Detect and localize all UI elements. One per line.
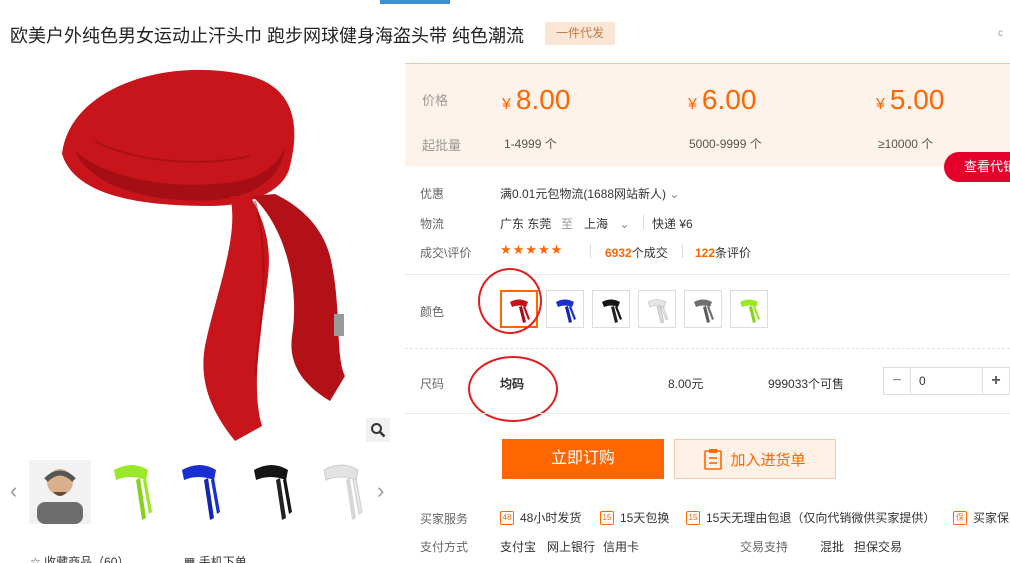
thumbnail-green[interactable] (102, 460, 164, 524)
clipboard-icon (704, 449, 723, 470)
divider (643, 215, 644, 229)
main-product-image (0, 56, 392, 446)
divider-dashed (405, 348, 1010, 349)
service-15day-exchange: 15 15天包换 (600, 509, 669, 526)
mobile-order-link[interactable]: ▦ 手机下单 (184, 553, 247, 563)
ship-to-dropdown[interactable]: 上海 ⌄ (584, 215, 629, 232)
corner-text: c (998, 28, 1003, 39)
color-swatch-black[interactable] (592, 290, 630, 328)
magnifier-icon (371, 423, 386, 438)
color-swatch-green[interactable] (730, 290, 768, 328)
trade-mixed: 混批 (820, 540, 845, 554)
review-count[interactable]: 122条评价 (695, 244, 751, 261)
dropship-badge: 一件代发 (545, 22, 616, 45)
buy-now-button[interactable]: 立即订购 (502, 439, 664, 479)
color-swatch-white[interactable] (638, 290, 676, 328)
add-to-cart-button[interactable]: 加入进货单 (674, 439, 836, 479)
price-tier-1: ¥8.00 (502, 84, 571, 115)
promo-dropdown[interactable]: 满0.01元包物流(1688网站新人) ⌄ (500, 185, 679, 202)
divider (590, 244, 591, 258)
payment-alipay: 支付宝 (500, 540, 537, 554)
exchange-15-icon: 15 (600, 510, 614, 525)
divider (682, 244, 683, 258)
payment-netbank: 网上银行 (547, 540, 596, 554)
divider-line (405, 413, 1010, 414)
ship-to-word: 至 (561, 217, 574, 231)
payment-label: 支付方式 (420, 540, 469, 554)
ship-from: 广东 东莞 (500, 217, 552, 231)
thumbnail-black[interactable] (242, 460, 304, 524)
quantity-input[interactable]: 0 (911, 368, 982, 394)
color-swatch-gray[interactable] (684, 290, 722, 328)
thumbnail-blue[interactable] (170, 460, 232, 524)
deal-count[interactable]: 6932个成交 (605, 244, 668, 261)
color-label: 颜色 (420, 305, 445, 319)
express-fee: 快递 ¥6 (652, 217, 693, 231)
services-label: 买家服务 (420, 512, 469, 526)
rating-stars: ★★★★★ (500, 242, 564, 257)
thumb-next-arrow[interactable]: › (377, 478, 384, 504)
deals-label: 成交\评价 (420, 246, 472, 260)
thumbnail-white[interactable] (312, 460, 374, 524)
zoom-button[interactable] (366, 418, 390, 442)
top-accent-bar (380, 0, 450, 4)
payment-credit: 信用卡 (603, 540, 640, 554)
trade-label: 交易支持 (740, 540, 789, 554)
price-tier-2: ¥6.00 (688, 84, 757, 115)
service-buyer-protection: 保买家保 (953, 509, 1009, 526)
color-swatch-blue[interactable] (546, 290, 584, 328)
size-label: 尺码 (420, 377, 445, 391)
size-price: 8.00元 (668, 377, 704, 391)
thumbnail-model[interactable] (29, 460, 91, 524)
product-title: 欧美户外纯色男女运动止汗头巾 跑步网球健身海盗头带 纯色潮流 (10, 26, 524, 46)
logistics-label: 物流 (420, 217, 445, 231)
return-15-icon: 15 (686, 510, 700, 525)
service-48h: 48 48小时发货 (500, 509, 581, 526)
price-tier-3: ¥5.00 (876, 84, 945, 115)
size-stock: 999033个可售 (768, 377, 845, 391)
moq-label: 起批量 (422, 138, 462, 153)
favorite-link[interactable]: ☆ 收藏商品（60） (30, 553, 129, 563)
increment-button[interactable]: + (982, 368, 1009, 394)
trade-escrow: 担保交易 (854, 540, 903, 554)
decrement-button[interactable]: − (884, 368, 911, 394)
price-label: 价格 (422, 93, 449, 108)
quantity-stepper: − 0 + (883, 367, 1010, 395)
thumb-prev-arrow[interactable]: ‹ (10, 478, 17, 504)
chevron-down-icon: ⌄ (619, 217, 630, 231)
qty-tier-2: 5000-9999 个 (689, 137, 762, 151)
annotation-circle-color (478, 268, 542, 334)
qr-icon: ▦ (184, 555, 196, 563)
chevron-down-icon: ⌄ (669, 187, 680, 201)
qty-tier-1: 1-4999 个 (504, 137, 557, 151)
qty-tier-3: ≥10000 个 (878, 137, 934, 151)
service-15day-return: 15 15天无理由包退（仅向代销微供买家提供） (686, 509, 935, 526)
promo-label: 优惠 (420, 187, 445, 201)
ship-48h-icon: 48 (500, 510, 514, 525)
shield-icon: 保 (953, 510, 967, 525)
star-outline-icon: ☆ (30, 555, 41, 563)
price-panel: 价格 起批量 ¥8.00 1-4999 个 ¥6.00 5000-9999 个 … (405, 63, 1010, 166)
see-dropship-button[interactable]: 查看代销 (944, 152, 1010, 182)
